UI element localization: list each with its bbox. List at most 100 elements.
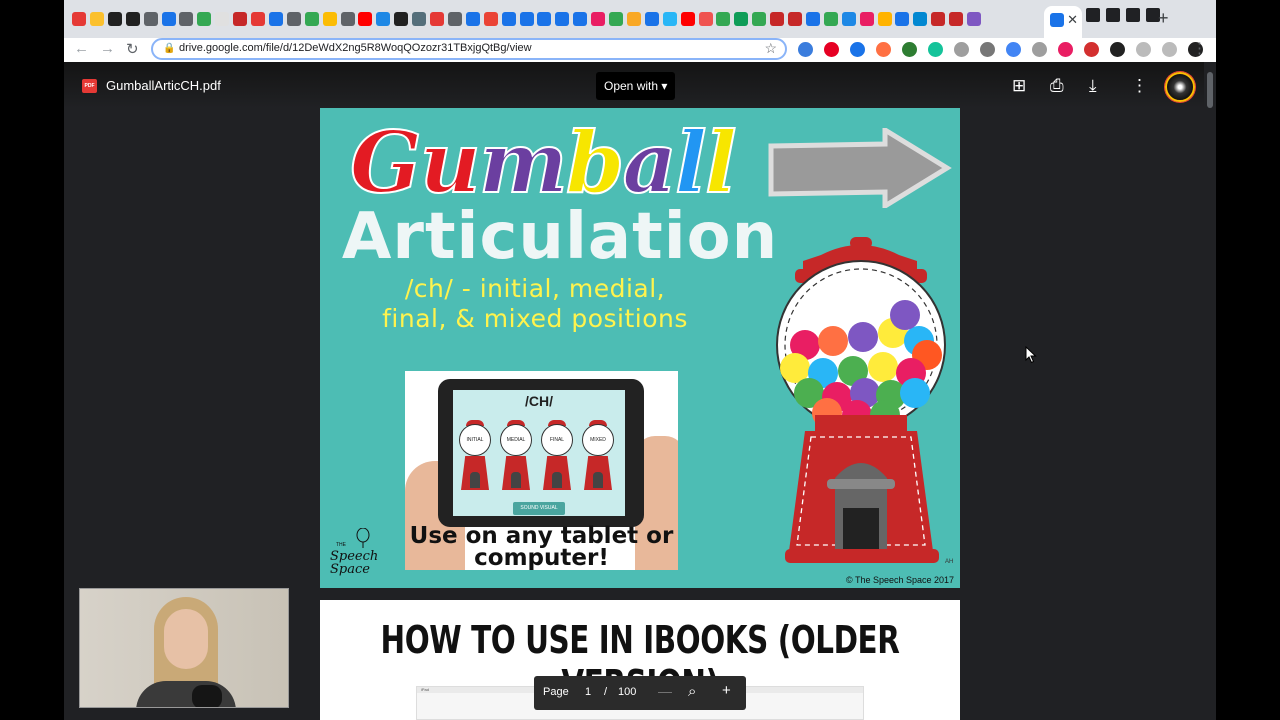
active-tab[interactable]: ✕: [1044, 6, 1082, 38]
url-text[interactable]: drive.google.com/file/d/12DeWdX2ng5R8Woq…: [179, 42, 532, 54]
tab-favicon[interactable]: [716, 12, 731, 26]
tab-favicon[interactable]: [752, 12, 767, 26]
extension-icon[interactable]: [980, 42, 995, 57]
tab-favicon[interactable]: [465, 12, 480, 26]
tab-favicon[interactable]: [107, 12, 122, 26]
tab-favicon[interactable]: [1126, 8, 1140, 22]
tab-favicon[interactable]: [555, 12, 570, 26]
tablet-device: /CH/ INITIAL MEDIAL FINAL MIXED SOUND VISUA…: [438, 379, 644, 527]
cast-icon[interactable]: [1162, 42, 1177, 57]
tab-favicon[interactable]: [823, 12, 838, 26]
tab-favicon[interactable]: [501, 12, 516, 26]
tab-favicon[interactable]: [89, 12, 104, 26]
mini-gumball-machine: MEDIAL: [499, 420, 533, 494]
zoom-icon[interactable]: ⌕: [688, 683, 696, 700]
open-with-button[interactable]: Open with ▾: [596, 72, 676, 100]
tab-favicon[interactable]: [447, 12, 462, 26]
zoom-out-button[interactable]: —: [658, 683, 672, 699]
tab-favicon[interactable]: [895, 12, 910, 26]
tab-favicon[interactable]: [805, 12, 820, 26]
tab-favicon[interactable]: [125, 12, 140, 26]
extension-icon[interactable]: [850, 42, 865, 57]
extension-icon[interactable]: [1006, 42, 1021, 57]
more-tabs[interactable]: [1086, 8, 1160, 22]
tab-favicon[interactable]: [1106, 8, 1120, 22]
tab-favicon[interactable]: [340, 12, 355, 26]
tab-favicon[interactable]: [483, 12, 498, 26]
tab-favicon[interactable]: [197, 12, 212, 26]
tab-favicon[interactable]: [394, 12, 409, 26]
tab-favicon[interactable]: [859, 12, 874, 26]
tab-favicon[interactable]: [949, 12, 964, 26]
extension-icon[interactable]: [1136, 42, 1151, 57]
back-icon[interactable]: ←: [74, 40, 89, 57]
tab-favicon[interactable]: [662, 12, 677, 26]
new-tab-button[interactable]: +: [1158, 8, 1169, 29]
browser-menu-icon[interactable]: ⋮: [1192, 39, 1207, 57]
star-icon[interactable]: ☆: [764, 40, 777, 57]
title-letter: l: [674, 112, 708, 213]
download-icon[interactable]: ⤓: [1089, 76, 1097, 96]
tab-favicon[interactable]: [770, 12, 785, 26]
tab-favicon[interactable]: [788, 12, 802, 26]
tab-favicon[interactable]: [268, 12, 283, 26]
tab-favicon[interactable]: [573, 12, 588, 26]
tab-favicon[interactable]: [72, 12, 86, 26]
grammarly-icon[interactable]: [928, 42, 943, 57]
tab-favicon[interactable]: [358, 12, 373, 26]
page-number-input[interactable]: 1: [585, 686, 591, 698]
close-tab-icon[interactable]: ✕: [1067, 12, 1078, 28]
tab-favicon[interactable]: [322, 12, 337, 26]
tab-favicon[interactable]: [644, 12, 659, 26]
screen: ✕ + ← → ↻ 🔒 drive.google.com/file/d/12De…: [64, 0, 1216, 720]
tab-favicon[interactable]: [1086, 8, 1100, 22]
tab-favicon[interactable]: [591, 12, 606, 26]
mouse-cursor-icon: [1025, 346, 1037, 364]
reload-icon[interactable]: ↻: [126, 40, 139, 58]
extension-icon[interactable]: [1110, 42, 1125, 57]
scrollbar-thumb[interactable]: [1207, 72, 1213, 108]
extension-icon[interactable]: [798, 42, 813, 57]
tab-favicon[interactable]: [161, 12, 176, 26]
gumball: [868, 352, 898, 382]
lock-icon[interactable]: 🔒: [163, 43, 175, 54]
print-icon[interactable]: ⎙: [1050, 76, 1064, 96]
extension-icon[interactable]: [1058, 42, 1073, 57]
page-scrollbar[interactable]: [1204, 62, 1216, 720]
tab-favicon[interactable]: [537, 12, 552, 26]
tab-favicon[interactable]: [626, 12, 641, 26]
tab-favicon[interactable]: [877, 12, 892, 26]
gumball: [848, 322, 878, 352]
tab-favicon[interactable]: [251, 12, 265, 26]
tab-favicon[interactable]: [376, 12, 391, 26]
tab-favicon[interactable]: [412, 12, 427, 26]
extension-icon[interactable]: [1032, 42, 1047, 57]
tab-favicon[interactable]: [698, 12, 713, 26]
address-bar[interactable]: 🔒 drive.google.com/file/d/12DeWdX2ng5R8W…: [151, 38, 787, 60]
tab-favicon[interactable]: [913, 12, 928, 26]
forward-icon[interactable]: →: [100, 40, 115, 57]
account-avatar[interactable]: [1165, 72, 1195, 102]
tab-favicon[interactable]: [519, 12, 534, 26]
extension-icon[interactable]: [954, 42, 969, 57]
tab-favicon[interactable]: [609, 12, 623, 26]
zoom-in-button[interactable]: +: [722, 682, 731, 699]
tab-favicon[interactable]: [233, 12, 248, 26]
tab-favicon[interactable]: [286, 12, 301, 26]
extension-icon[interactable]: [876, 42, 891, 57]
tab-favicon[interactable]: [215, 12, 230, 26]
tab-favicon[interactable]: [143, 12, 158, 26]
tab-favicon[interactable]: [967, 12, 981, 26]
tab-favicon[interactable]: [734, 12, 749, 26]
extension-icon[interactable]: [1084, 42, 1099, 57]
more-actions-icon[interactable]: ⋮: [1131, 76, 1148, 96]
add-comment-icon[interactable]: ⊞: [1012, 76, 1026, 96]
tab-favicon[interactable]: [931, 12, 946, 26]
tab-favicon[interactable]: [179, 12, 194, 26]
tab-favicon[interactable]: [304, 12, 319, 26]
extension-icon[interactable]: [902, 42, 917, 57]
pinterest-icon[interactable]: [824, 42, 839, 57]
tab-favicon[interactable]: [841, 12, 856, 26]
tab-favicon[interactable]: [680, 12, 695, 26]
tab-favicon[interactable]: [430, 12, 444, 26]
